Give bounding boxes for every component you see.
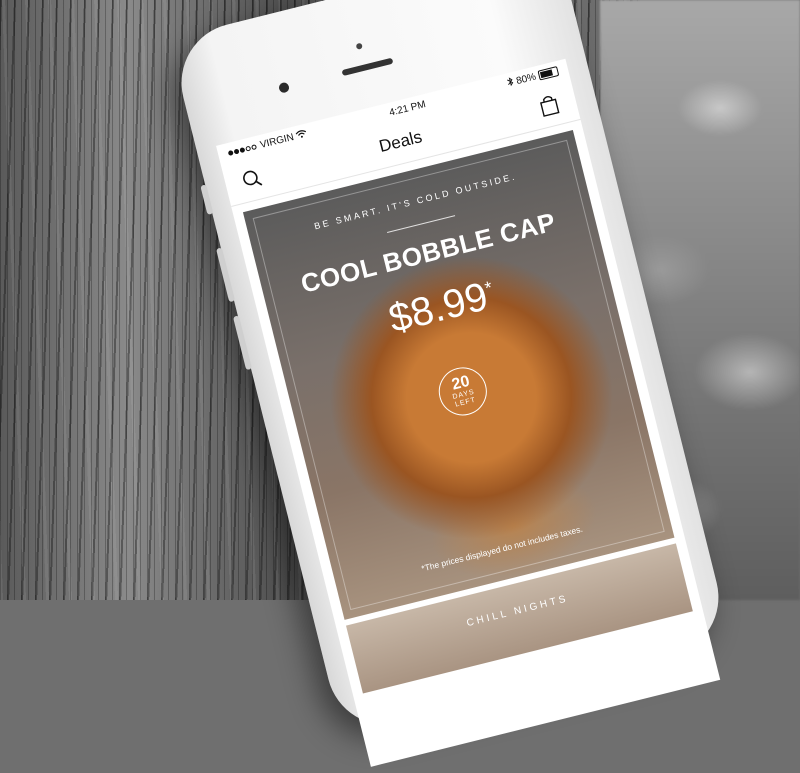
shopping-bag-icon <box>540 95 560 117</box>
page-title: Deals <box>377 127 424 157</box>
proximity-sensor <box>355 42 363 50</box>
cart-button[interactable] <box>533 89 565 121</box>
search-button[interactable] <box>236 163 268 195</box>
bluetooth-icon <box>506 76 515 90</box>
signal-icon <box>227 141 259 159</box>
front-camera <box>277 81 291 94</box>
earpiece-speaker <box>341 57 394 77</box>
battery-icon <box>537 66 560 81</box>
deal-card[interactable]: BE SMART. IT'S COLD OUTSIDE. COOL BOBBLE… <box>242 130 675 620</box>
battery-percent: 80% <box>515 71 538 87</box>
search-icon <box>243 170 263 186</box>
wifi-icon <box>295 128 308 141</box>
